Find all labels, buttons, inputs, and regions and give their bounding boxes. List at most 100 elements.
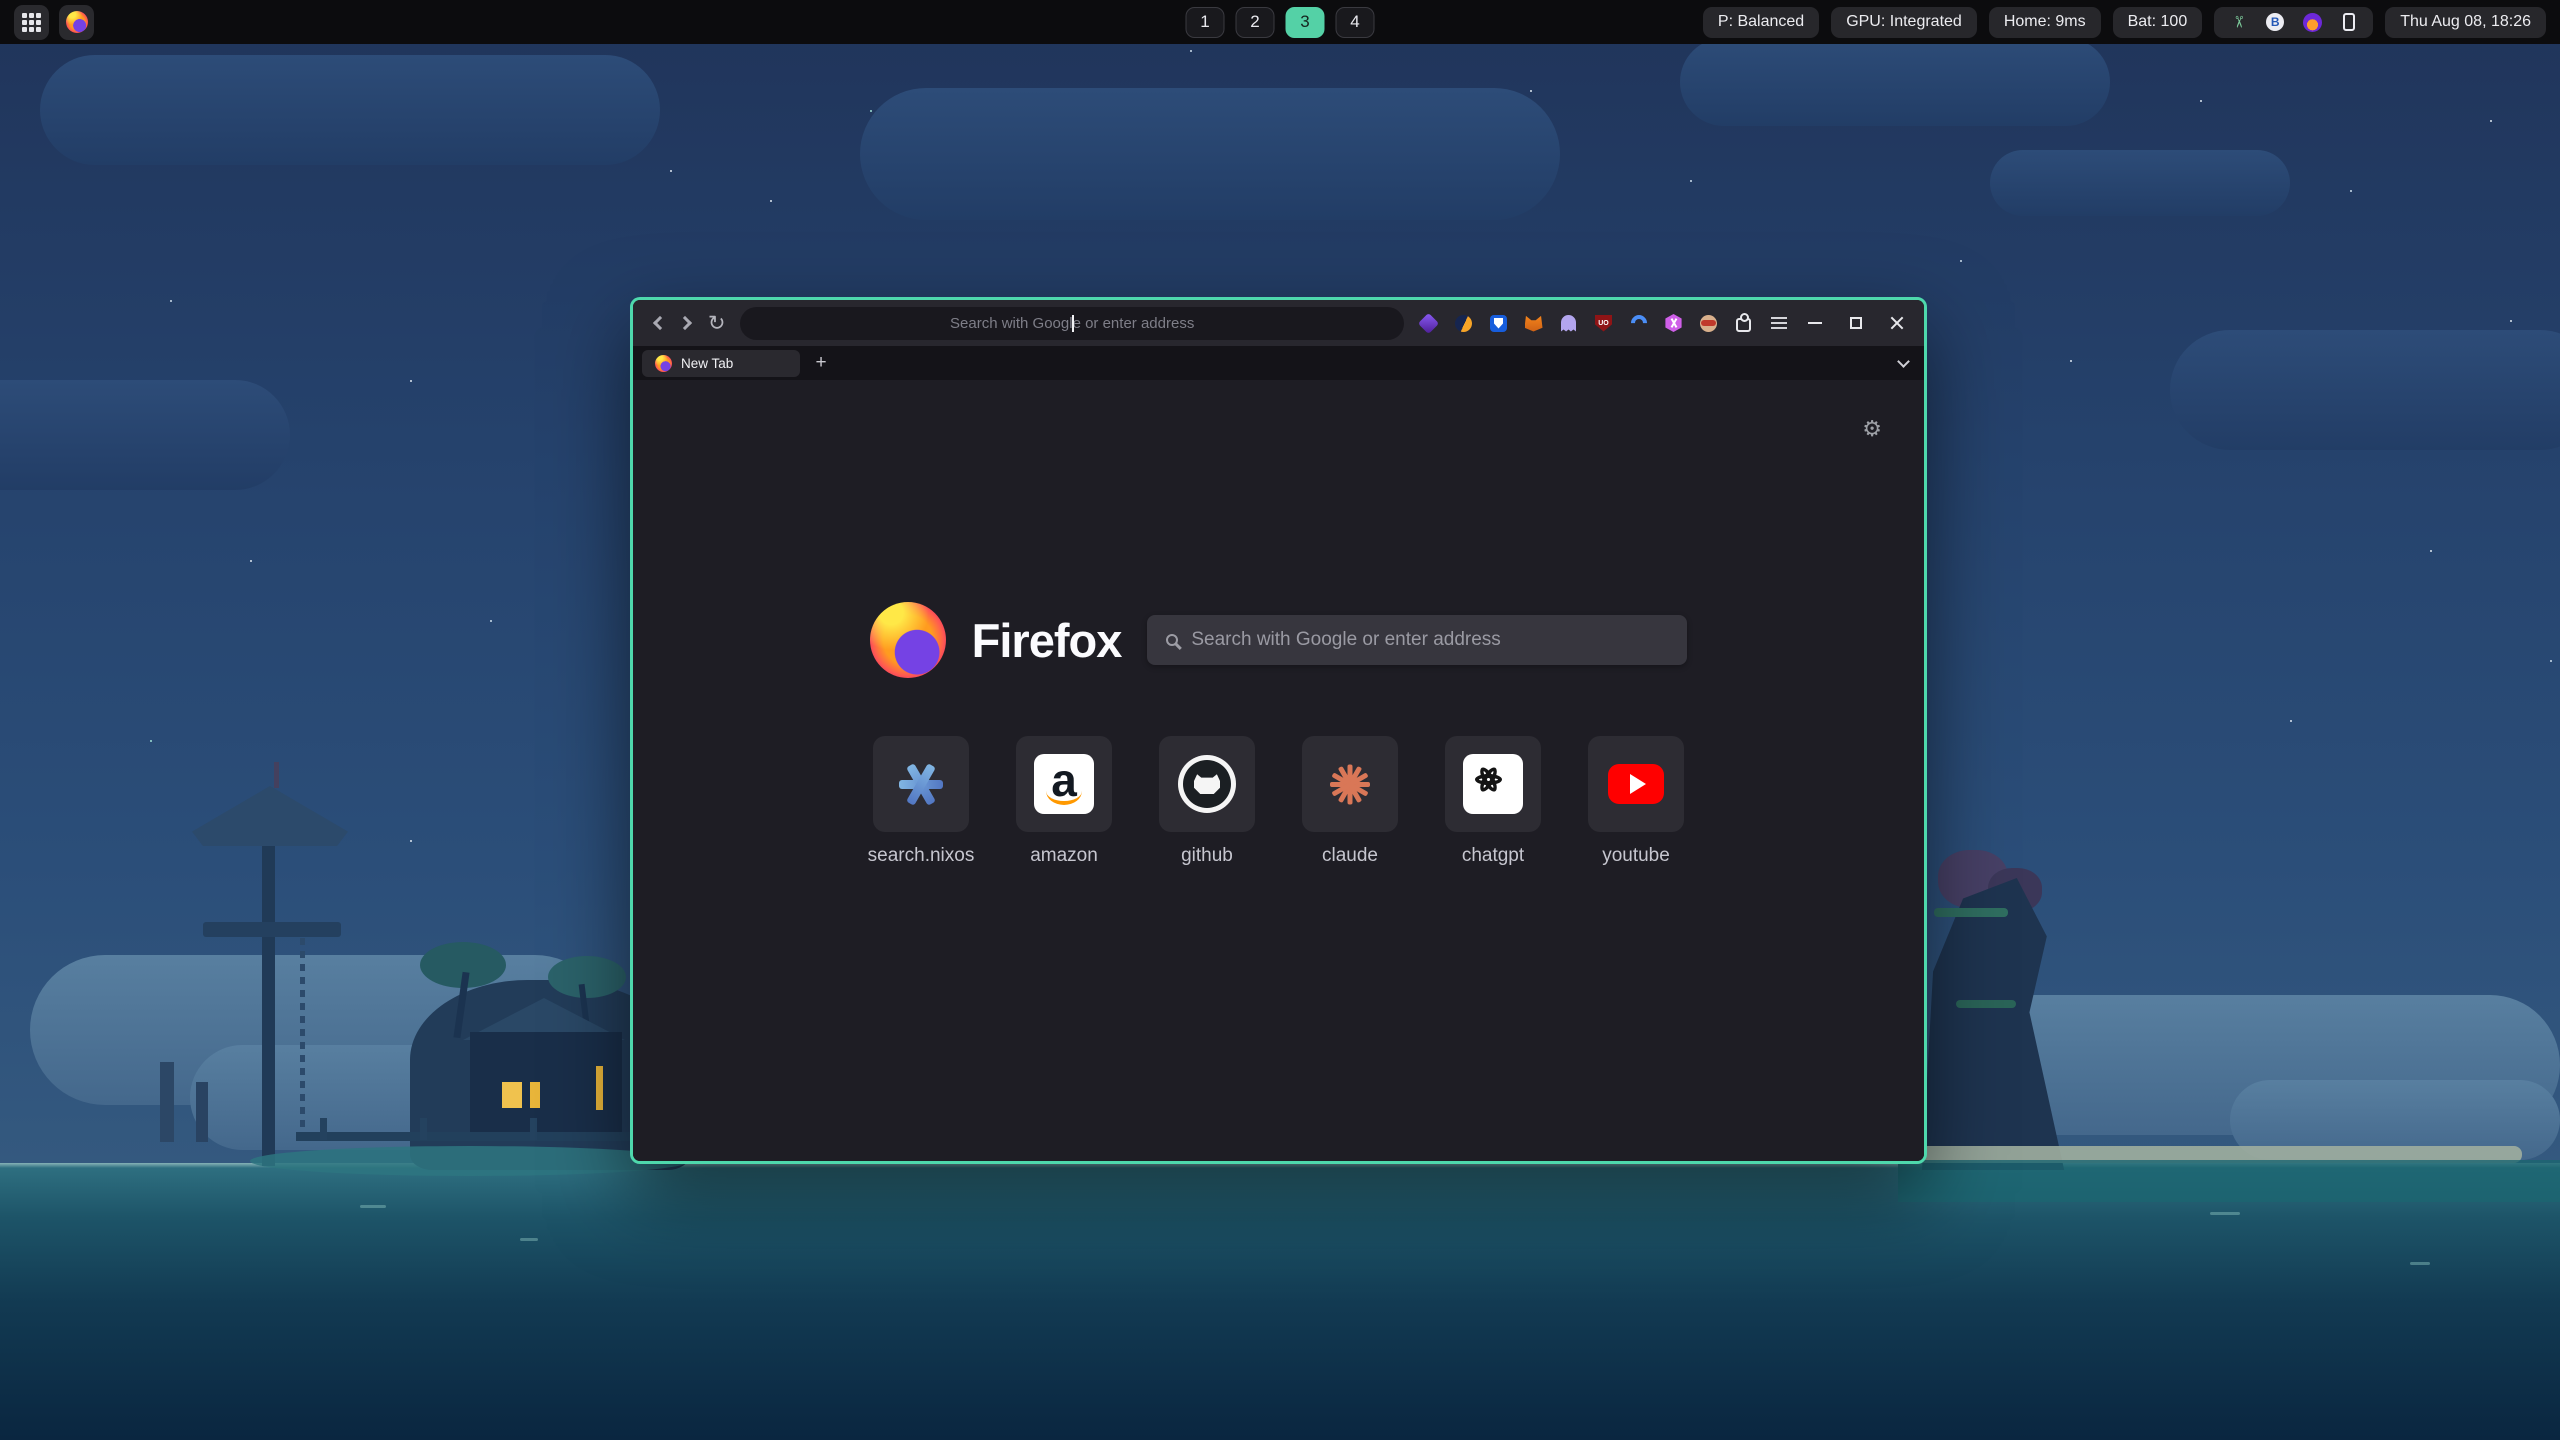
youtube-icon: [1608, 764, 1664, 804]
forward-icon: [678, 316, 692, 330]
wallpaper-shallow-water: [250, 1146, 690, 1176]
close-button[interactable]: [1890, 316, 1904, 330]
shortcut-label: search.nixos: [868, 845, 975, 867]
moon-extension-icon[interactable]: [1454, 314, 1473, 333]
ublock-glyph: UO: [1595, 315, 1612, 332]
battery-pill[interactable]: Bat: 100: [2113, 7, 2203, 38]
ublock-origin-extension-icon[interactable]: UO: [1594, 314, 1613, 333]
workspace-3-active[interactable]: 3: [1286, 7, 1325, 38]
shortcut-chatgpt: chatgpt: [1445, 736, 1541, 867]
shortcut-label: chatgpt: [1462, 845, 1524, 867]
browser-toolbar: ↻ Search with Google or enter address UO: [633, 300, 1924, 346]
system-tray: ✂ B: [2214, 7, 2373, 38]
status-area: P: Balanced GPU: Integrated Home: 9ms Ba…: [1703, 7, 2546, 38]
workspace-2[interactable]: 2: [1236, 7, 1275, 38]
shortcut-label: amazon: [1030, 845, 1098, 867]
moon-glyph: [1455, 315, 1472, 332]
shortcut-tile[interactable]: [1302, 736, 1398, 832]
wallpaper-watchtower-platform: [203, 922, 341, 937]
gem-extension-icon[interactable]: [1419, 314, 1438, 333]
phone-glyph: [2343, 13, 2355, 31]
wallpaper-sea-sparkle: [360, 1205, 386, 1208]
hamburger-menu-icon[interactable]: [1769, 314, 1788, 333]
firefox-launcher-icon: [66, 11, 88, 33]
ghostery-glyph: [1561, 315, 1576, 332]
phone-icon[interactable]: [2339, 12, 2359, 32]
new-tab-button[interactable]: +: [808, 350, 834, 376]
spy-extension-icon[interactable]: [1699, 314, 1718, 333]
firefox-launcher-button[interactable]: [59, 5, 94, 40]
openai-knot-glyph: [1475, 766, 1511, 802]
wallpaper-ruin-pillar: [160, 1062, 174, 1142]
wallpaper-cloud: [40, 55, 660, 165]
wallpaper-watchtower-pole: [262, 828, 275, 1166]
wallpaper-pier: [296, 1132, 636, 1141]
maximize-button[interactable]: [1850, 317, 1862, 329]
firefox-wordmark: Firefox: [972, 613, 1122, 668]
bluetooth-icon[interactable]: B: [2265, 12, 2285, 32]
flame-icon[interactable]: [2302, 12, 2322, 32]
back-icon: [653, 316, 667, 330]
wallpaper-pier-post: [320, 1118, 327, 1140]
wallpaper-palm-canopy: [548, 956, 626, 998]
wallpaper-grass-ledge: [1934, 908, 2008, 917]
snowflake-glyph: [1665, 314, 1683, 332]
chevron-down-icon: [1897, 355, 1910, 368]
tab-label: New Tab: [681, 356, 733, 371]
scissors-icon[interactable]: ✂: [2228, 12, 2248, 32]
back-button[interactable]: [643, 308, 672, 338]
shortcut-tile[interactable]: [873, 736, 969, 832]
shortcut-tile[interactable]: a: [1016, 736, 1112, 832]
shortcut-tile[interactable]: [1159, 736, 1255, 832]
shortcut-tile[interactable]: [1588, 736, 1684, 832]
puzzle-piece-icon[interactable]: [1734, 314, 1753, 333]
wallpaper-sea-sparkle: [2210, 1212, 2240, 1215]
wallpaper-pier-post: [420, 1118, 427, 1140]
workspace-switcher: 1 2 3 4: [1186, 7, 1375, 38]
shortcut-youtube: youtube: [1588, 736, 1684, 867]
gpu-pill[interactable]: GPU: Integrated: [1831, 7, 1977, 38]
wallpaper-rope-ladder: [300, 938, 305, 1146]
bluetooth-glyph: B: [2266, 13, 2284, 31]
personalize-gear-button[interactable]: ⚙: [1862, 416, 1882, 442]
bitwarden-extension-icon[interactable]: [1489, 314, 1508, 333]
wallpaper-shallow-water: [1898, 1160, 2560, 1202]
newtab-search-field[interactable]: Search with Google or enter address: [1147, 615, 1687, 665]
chatgpt-icon: [1463, 754, 1523, 814]
snowflake-extension-icon[interactable]: [1664, 314, 1683, 333]
url-bar[interactable]: Search with Google or enter address: [740, 307, 1404, 340]
reload-button[interactable]: ↻: [702, 308, 731, 338]
wallpaper-ruin-pillar: [196, 1082, 208, 1142]
wallpaper-hut-lit-window: [502, 1082, 522, 1108]
workspace-4[interactable]: 4: [1336, 7, 1375, 38]
firefox-logo: [870, 602, 946, 678]
shortcut-claude: claude: [1302, 736, 1398, 867]
reload-icon: ↻: [708, 313, 726, 334]
arc-vpn-extension-icon[interactable]: [1629, 314, 1648, 333]
tab-new-tab[interactable]: New Tab: [642, 350, 800, 377]
bitwarden-glyph: [1490, 315, 1507, 332]
forward-button[interactable]: [672, 308, 701, 338]
search-icon: [1166, 634, 1178, 646]
wallpaper-sea-sparkle: [520, 1238, 538, 1241]
minimize-button[interactable]: [1808, 322, 1822, 324]
text-caret: [1072, 315, 1074, 332]
new-tab-page: ⚙ Firefox Search with Google or enter ad…: [633, 380, 1924, 1161]
amazon-icon: a: [1034, 754, 1094, 814]
ping-pill[interactable]: Home: 9ms: [1989, 7, 2101, 38]
wallpaper-pier-post: [530, 1118, 537, 1140]
firefox-favicon: [655, 355, 672, 372]
octocat-glyph: [1183, 760, 1231, 808]
shortcut-label: github: [1181, 845, 1233, 867]
workspace-1[interactable]: 1: [1186, 7, 1225, 38]
clock[interactable]: Thu Aug 08, 18:26: [2385, 7, 2546, 38]
wallpaper-cloud: [860, 88, 1560, 220]
metamask-extension-icon[interactable]: [1524, 314, 1543, 333]
tab-overflow-button[interactable]: [1891, 351, 1915, 375]
ghostery-extension-icon[interactable]: [1559, 314, 1578, 333]
wallpaper-hut-lit-window: [596, 1066, 603, 1110]
power-profile-pill[interactable]: P: Balanced: [1703, 7, 1819, 38]
shortcut-tile[interactable]: [1445, 736, 1541, 832]
app-launcher-button[interactable]: [14, 5, 49, 40]
firefox-window: ↻ Search with Google or enter address UO: [630, 297, 1927, 1164]
